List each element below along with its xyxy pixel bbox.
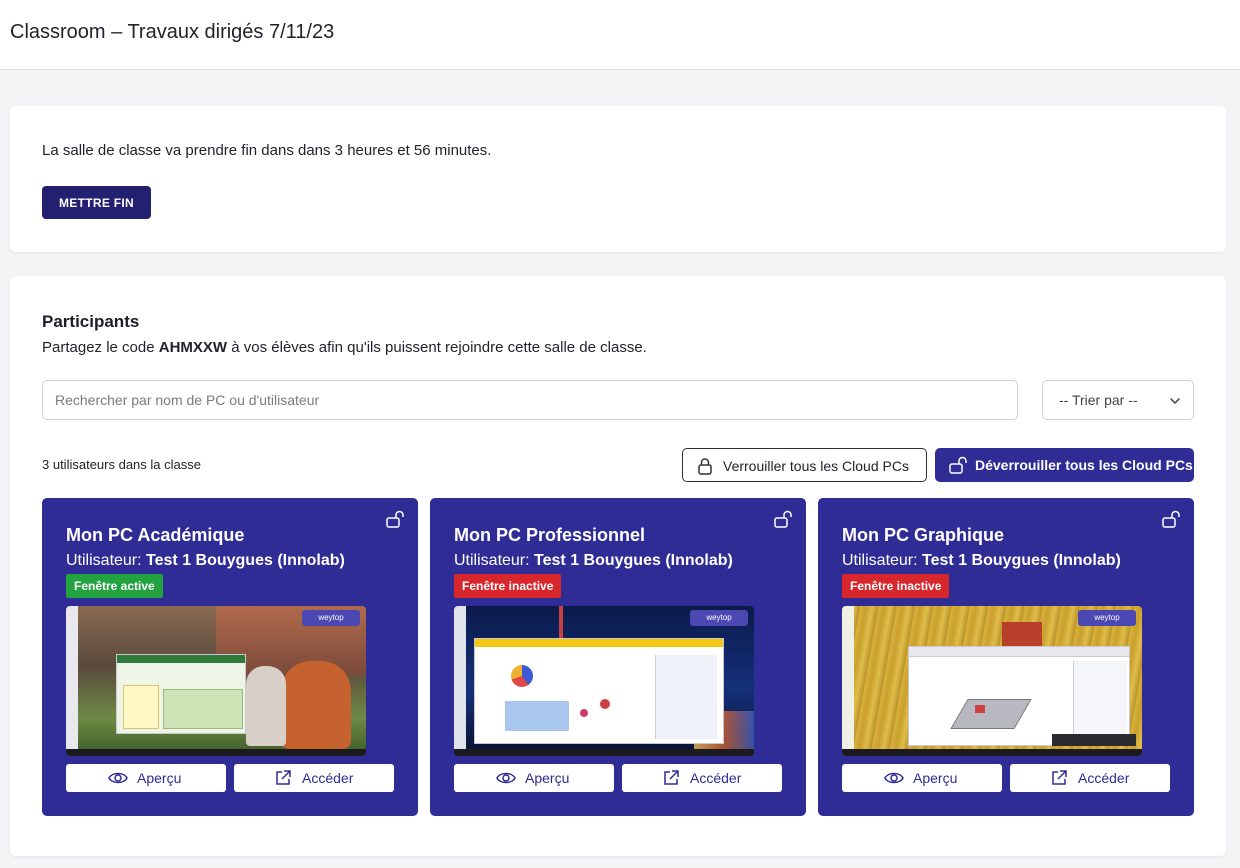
preview-label: Aperçu xyxy=(137,770,182,786)
pc-actions: Aperçu Accéder xyxy=(454,764,782,792)
preview-label: Aperçu xyxy=(525,770,570,786)
external-link-icon xyxy=(1052,770,1067,785)
unlock-icon[interactable] xyxy=(1162,510,1182,528)
share-code-text: Partagez le code AHMXXW à vos élèves afi… xyxy=(42,339,647,356)
eye-icon xyxy=(884,772,904,784)
search-input[interactable] xyxy=(42,380,1018,420)
unlock-icon[interactable] xyxy=(774,510,794,528)
map-visual xyxy=(505,701,569,731)
pc-user-label: Utilisateur: xyxy=(454,552,535,569)
external-link-icon xyxy=(664,770,679,785)
chevron-down-icon xyxy=(1170,398,1180,404)
access-label: Accéder xyxy=(1078,770,1130,786)
pc-name: Mon PC Professionnel xyxy=(454,525,646,545)
share-suffix: à vos élèves afin qu'ils puissent rejoin… xyxy=(227,339,647,356)
desktop-icons-bar xyxy=(66,606,78,749)
session-card: La salle de classe va prendre fin dans d… xyxy=(10,106,1226,252)
unlock-all-label: Déverrouiller tous les Cloud PCs xyxy=(975,457,1193,473)
3d-model xyxy=(950,699,1032,729)
taskbar xyxy=(66,749,366,756)
taskbar xyxy=(454,749,754,756)
pc-user-name: Test 1 Bouygues (Innolab) xyxy=(146,552,345,569)
share-prefix: Partagez le code xyxy=(42,339,159,356)
pc-user-name: Test 1 Bouygues (Innolab) xyxy=(534,552,733,569)
pc-card: Mon PC Professionnel Utilisateur: Test 1… xyxy=(430,498,806,816)
spreadsheet-window xyxy=(116,654,246,734)
session-remaining-text: La salle de classe va prendre fin dans d… xyxy=(42,142,492,159)
sort-select[interactable]: -- Trier par -- xyxy=(1042,380,1194,420)
access-button[interactable]: Accéder xyxy=(622,764,782,792)
pie-visual xyxy=(511,665,533,687)
pc-user-label: Utilisateur: xyxy=(842,552,923,569)
access-label: Accéder xyxy=(690,770,742,786)
access-button[interactable]: Accéder xyxy=(1010,764,1170,792)
window-titlebar xyxy=(909,647,1129,657)
top-bar: Classroom – Travaux dirigés 7/11/23 xyxy=(0,0,1240,70)
pc-actions: Aperçu Accéder xyxy=(842,764,1170,792)
preview-button[interactable]: Aperçu xyxy=(454,764,614,792)
class-code: AHMXXW xyxy=(158,339,228,356)
status-badge: Fenêtre inactive xyxy=(842,574,950,598)
status-badge: Fenêtre inactive xyxy=(454,574,562,598)
pc-user-label: Utilisateur: xyxy=(66,552,147,569)
student-figure xyxy=(281,661,351,749)
end-session-button[interactable]: METTRE FIN xyxy=(42,186,151,219)
brand-logo: weytop xyxy=(1078,610,1136,626)
screen-thumbnail: weytop xyxy=(66,606,366,756)
student-figure xyxy=(246,666,286,746)
pc-actions: Aperçu Accéder xyxy=(66,764,394,792)
pc-card: Mon PC Académique Utilisateur: Test 1 Bo… xyxy=(42,498,418,816)
lock-all-button[interactable]: Verrouiller tous les Cloud PCs xyxy=(682,448,927,482)
cad-window xyxy=(908,646,1130,746)
preview-label: Aperçu xyxy=(913,770,958,786)
sheet-region xyxy=(163,689,243,729)
pc-user: Utilisateur: Test 1 Bouygues (Innolab) xyxy=(66,552,345,570)
participants-card: Participants Partagez le code AHMXXW à v… xyxy=(10,276,1226,856)
dashboard-window xyxy=(474,638,724,744)
page-title: Classroom – Travaux dirigés 7/11/23 xyxy=(10,21,335,43)
brand-logo: weytop xyxy=(690,610,748,626)
external-link-icon xyxy=(276,770,291,785)
properties-pane xyxy=(1073,661,1127,743)
fields-pane xyxy=(655,655,717,739)
user-count: 3 utilisateurs dans la classe xyxy=(42,457,201,472)
pc-name: Mon PC Académique xyxy=(66,525,245,545)
unlock-all-button[interactable]: Déverrouiller tous les Cloud PCs xyxy=(935,448,1194,482)
preview-button[interactable]: Aperçu xyxy=(66,764,226,792)
status-badge: Fenêtre active xyxy=(66,574,163,598)
screen-thumbnail: weytop xyxy=(454,606,754,756)
sort-select-label: -- Trier par -- xyxy=(1059,392,1138,408)
sheet-region xyxy=(123,685,159,729)
preview-button[interactable]: Aperçu xyxy=(842,764,1002,792)
desktop-icons-bar xyxy=(842,606,854,749)
screen-thumbnail: weytop xyxy=(842,606,1142,756)
eye-icon xyxy=(108,772,128,784)
access-button[interactable]: Accéder xyxy=(234,764,394,792)
pc-user: Utilisateur: Test 1 Bouygues (Innolab) xyxy=(454,552,733,570)
pc-user: Utilisateur: Test 1 Bouygues (Innolab) xyxy=(842,552,1121,570)
window-titlebar xyxy=(475,639,723,647)
brand-logo: weytop xyxy=(302,610,360,626)
scatter-dot xyxy=(580,709,588,717)
unlock-icon xyxy=(949,456,967,474)
lock-icon xyxy=(698,458,712,475)
eye-icon xyxy=(496,772,516,784)
desktop-icons-bar xyxy=(454,606,466,749)
taskbar xyxy=(842,749,1142,756)
participants-title: Participants xyxy=(42,312,140,331)
pc-card: Mon PC Graphique Utilisateur: Test 1 Bou… xyxy=(818,498,1194,816)
notification-toast xyxy=(1052,734,1136,746)
scatter-dot xyxy=(600,699,610,709)
pc-name: Mon PC Graphique xyxy=(842,525,1004,545)
3d-model-detail xyxy=(975,705,985,713)
lock-all-label: Verrouiller tous les Cloud PCs xyxy=(723,458,909,474)
pc-user-name: Test 1 Bouygues (Innolab) xyxy=(922,552,1121,569)
window-titlebar xyxy=(117,655,245,663)
unlock-icon[interactable] xyxy=(386,510,406,528)
access-label: Accéder xyxy=(302,770,354,786)
